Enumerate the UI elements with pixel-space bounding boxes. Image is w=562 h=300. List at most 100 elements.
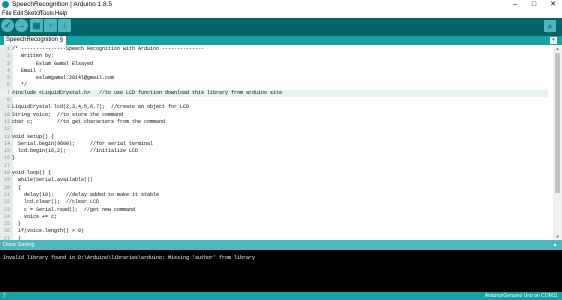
line-number: 6: [6, 82, 10, 89]
window-title: SpeechRecognition | Arduino 1.8.5: [12, 1, 112, 8]
code-line[interactable]: 19 while(Serial.available()): [0, 177, 548, 184]
code-text[interactable]: */: [12, 82, 27, 89]
line-number: 18: [3, 170, 10, 177]
line-number: 24: [3, 213, 10, 220]
scroll-up-icon[interactable]: ▲: [553, 45, 562, 52]
code-text[interactable]: Written by:: [12, 53, 54, 60]
board-port-label: Arduino/Genuino Uno on COM11: [484, 293, 558, 299]
line-number: 17: [3, 162, 10, 169]
code-line[interactable]: 13 void setup() {: [0, 134, 548, 141]
line-number: 26: [3, 228, 10, 235]
menu-help[interactable]: Help: [55, 10, 67, 18]
title-bar: SpeechRecognition | Arduino 1.8.5 – □ ✕: [0, 0, 562, 10]
code-text[interactable]: /* ---------------Speech Recognition wit…: [12, 46, 204, 53]
line-number: 23: [3, 206, 10, 213]
tab-bar: SpeechRecognition § ▾: [0, 36, 562, 45]
code-line[interactable]: 5 eslamgamal.2014l@gmail.com: [0, 75, 548, 82]
close-button[interactable]: ✕: [544, 0, 562, 10]
code-line[interactable]: 26 if(voice.length() > 0): [0, 228, 548, 235]
open-sketch-button[interactable]: ↑: [44, 19, 57, 32]
line-number: 16: [3, 155, 10, 162]
scrollbar-thumb[interactable]: [555, 53, 560, 193]
code-line[interactable]: 21 delay(10); //delay added to make it s…: [0, 192, 548, 199]
code-line[interactable]: 7 #include <LiquidCrystal.h> //to use LCD…: [0, 89, 548, 98]
code-text[interactable]: void loop() {: [12, 170, 51, 177]
line-number: 7: [6, 89, 10, 96]
menu-tools[interactable]: Tools: [40, 10, 54, 18]
code-text[interactable]: }: [12, 155, 15, 162]
code-line[interactable]: 11 char c; //to get characters from the c…: [0, 119, 548, 126]
tab-menu-chevron-down-icon[interactable]: ▾: [550, 37, 557, 44]
code-text[interactable]: Serial.begin(9600); //for serial termina…: [12, 141, 153, 148]
line-number: 13: [3, 133, 10, 140]
code-line[interactable]: 17: [0, 163, 548, 170]
line-number: 21: [3, 191, 10, 198]
code-text[interactable]: Email :: [12, 68, 42, 75]
code-line[interactable]: 23 c = Serial.read(); //get new command: [0, 207, 548, 214]
code-text[interactable]: if(voice.length() > 0): [12, 228, 84, 235]
code-text[interactable]: {: [12, 185, 21, 192]
line-number: 25: [3, 221, 10, 228]
code-text[interactable]: eslamgamal.2014l@gmail.com: [12, 75, 114, 82]
status-message: Done Saving.: [3, 242, 37, 248]
verify-button[interactable]: ✓: [1, 19, 14, 32]
code-line[interactable]: 25 }: [0, 221, 548, 228]
line-number: 11: [3, 118, 10, 125]
code-line[interactable]: 10 String voice; //to store the command: [0, 112, 548, 119]
code-line[interactable]: 12: [0, 126, 548, 133]
console-text: Invalid library found in D:\Arduino\libr…: [3, 255, 256, 261]
line-number: 12: [3, 126, 10, 133]
arduino-logo-icon: [2, 1, 9, 8]
console-output: Invalid library found in D:\Arduino\libr…: [0, 250, 562, 292]
code-line[interactable]: 16}: [0, 155, 548, 162]
vertical-scrollbar[interactable]: ▲ ▼: [553, 45, 562, 240]
code-text[interactable]: }: [12, 221, 21, 228]
line-number: 5: [6, 75, 10, 82]
console-toggle-icon[interactable]: ▲: [552, 242, 558, 248]
code-line[interactable]: 6 */: [0, 82, 548, 89]
line-number: 3: [6, 60, 10, 67]
toolbar: ✓ → ▤ ↑ ↓ ⌕: [0, 18, 562, 36]
code-line[interactable]: 9 LiquidCrystal lcd(2,3,4,5,6,7); //creat…: [0, 104, 548, 111]
line-number: 9: [6, 104, 10, 111]
code-editor[interactable]: 1/* ---------------Speech Recognition wi…: [0, 45, 562, 240]
code-line[interactable]: 1/* ---------------Speech Recognition wi…: [0, 46, 548, 53]
code-line[interactable]: 22 lcd.clear(); //clear LCD: [0, 199, 548, 206]
maximize-button[interactable]: □: [525, 0, 543, 10]
code-text[interactable]: c = Serial.read(); //get new command: [12, 207, 135, 214]
scroll-down-icon[interactable]: ▼: [553, 233, 562, 240]
code-text[interactable]: lcd.begin(16,2); //initialize LCD: [12, 148, 138, 155]
code-line[interactable]: 8: [0, 97, 548, 104]
code-text[interactable]: Eslam Gamal Elsayed: [12, 61, 93, 68]
code-text[interactable]: voice += c;: [12, 214, 57, 221]
code-text[interactable]: lcd.clear(); //clear LCD: [12, 199, 99, 206]
code-line[interactable]: 3 Eslam Gamal Elsayed: [0, 61, 548, 68]
code-text[interactable]: #include <LiquidCrystal.h> //to use LCD …: [12, 90, 282, 97]
code-text[interactable]: void setup() {: [12, 134, 54, 141]
new-sketch-button[interactable]: ▤: [30, 19, 43, 32]
code-line[interactable]: 24 voice += c;: [0, 214, 548, 221]
code-text[interactable]: delay(10); //delay added to make it stab…: [12, 192, 159, 199]
code-line[interactable]: 15 lcd.begin(16,2); //initialize LCD: [0, 148, 548, 155]
save-sketch-button[interactable]: ↓: [58, 19, 71, 32]
menu-edit[interactable]: Edit: [13, 10, 23, 18]
code-line[interactable]: 14 Serial.begin(9600); //for serial term…: [0, 141, 548, 148]
code-text[interactable]: LiquidCrystal lcd(2,3,4,5,6,7); //create…: [12, 104, 189, 111]
code-text[interactable]: while(Serial.available()): [12, 177, 93, 184]
code-line[interactable]: 18 void loop() {: [0, 170, 548, 177]
code-line[interactable]: 4 Email :: [0, 68, 548, 75]
code-area[interactable]: 1/* ---------------Speech Recognition wi…: [0, 46, 548, 240]
menu-file[interactable]: File: [2, 10, 12, 18]
line-number: 10: [3, 111, 10, 118]
code-line[interactable]: 2 Written by:: [0, 53, 548, 60]
minimize-button[interactable]: –: [506, 0, 524, 10]
code-line[interactable]: 20 {: [0, 185, 548, 192]
serial-monitor-button[interactable]: ⌕: [544, 20, 556, 32]
line-number: 1: [6, 46, 10, 52]
line-number: 2: [6, 53, 10, 60]
code-text[interactable]: char c; //to get characters from the com…: [12, 119, 165, 126]
menu-bar: File Edit Sketch Tools Help: [0, 10, 562, 18]
upload-button[interactable]: →: [15, 19, 28, 32]
tab-speechrecognition[interactable]: SpeechRecognition §: [4, 36, 66, 45]
code-text[interactable]: String voice; //to store the command: [12, 112, 123, 119]
